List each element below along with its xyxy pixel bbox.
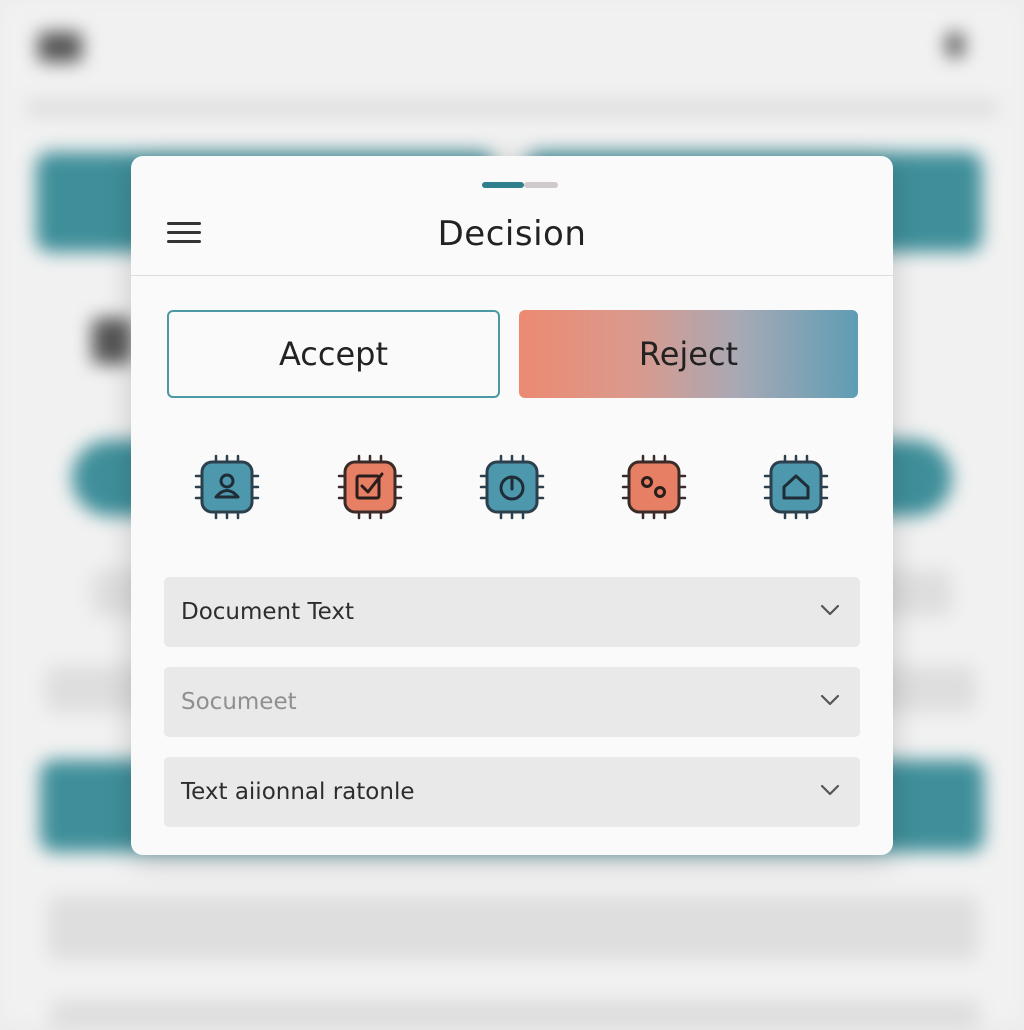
dropdown-document-text[interactable]: Document Text — [164, 577, 860, 647]
dots-chip-icon[interactable] — [621, 454, 687, 520]
handle-inactive-segment — [524, 182, 558, 188]
icon-row — [131, 454, 893, 520]
bg-row-3 — [48, 896, 978, 960]
home-chip-icon[interactable] — [763, 454, 829, 520]
bg-divider — [24, 100, 1000, 116]
drag-handle[interactable] — [482, 182, 558, 188]
person-chip-icon[interactable] — [194, 454, 260, 520]
bg-row-4 — [50, 1000, 980, 1030]
header-divider — [131, 275, 893, 276]
bg-heading — [92, 318, 132, 364]
checkbox-chip-icon[interactable] — [337, 454, 403, 520]
accept-button[interactable]: Accept — [167, 310, 500, 398]
dropdown-rationale[interactable]: Text aiionnal ratonle — [164, 757, 860, 827]
dropdown-value: Document Text — [181, 599, 354, 625]
chevron-down-icon — [820, 694, 840, 706]
modal-title: Decision — [437, 214, 587, 254]
reject-button[interactable]: Reject — [519, 310, 858, 398]
bg-menu-icon — [38, 32, 82, 62]
chevron-down-icon — [820, 604, 840, 616]
dropdown-value: Text aiionnal ratonle — [181, 779, 415, 805]
decision-modal: Decision Accept Reject Document Text Soc… — [131, 156, 893, 855]
power-chip-icon[interactable] — [479, 454, 545, 520]
handle-active-segment — [482, 182, 524, 188]
bg-more-icon — [946, 32, 964, 58]
chevron-down-icon — [820, 784, 840, 796]
dropdown-socumeet[interactable]: Socumeet — [164, 667, 860, 737]
dropdown-placeholder: Socumeet — [181, 689, 297, 715]
